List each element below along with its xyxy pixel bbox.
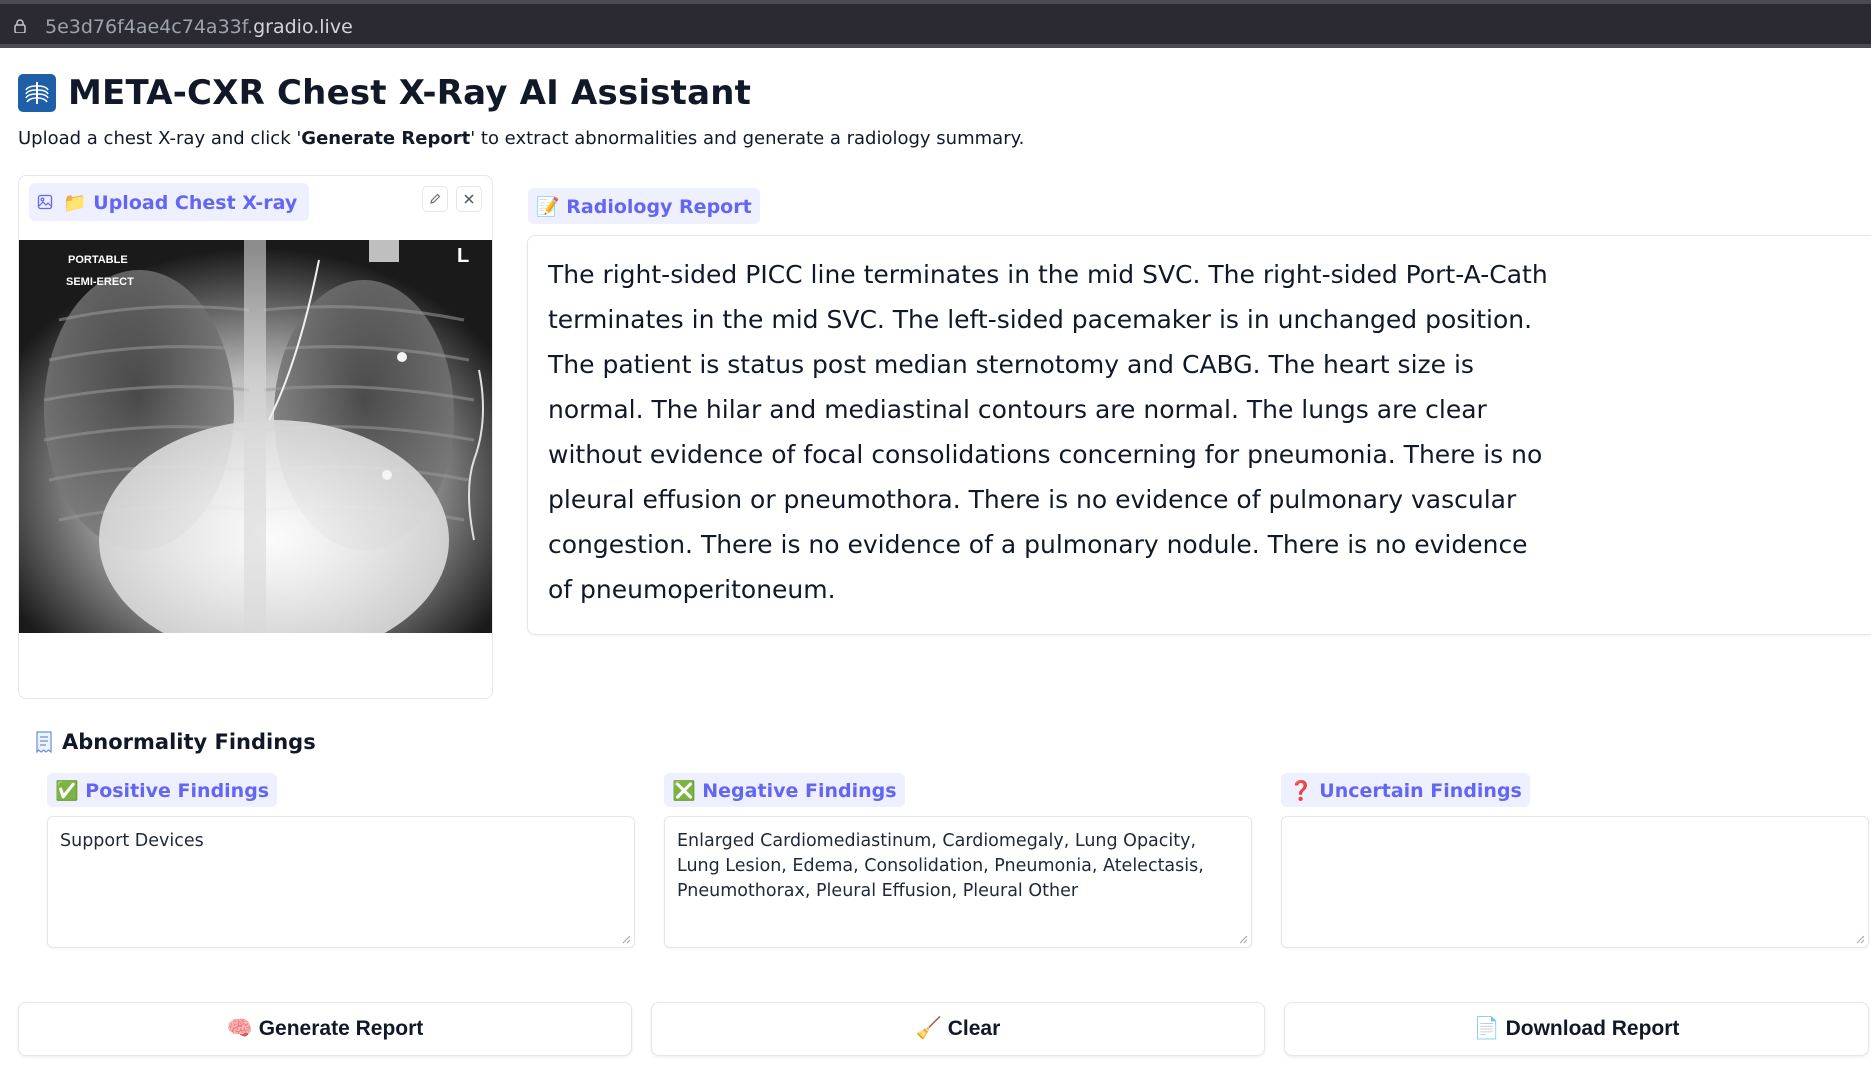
browser-url-bar[interactable]: 5e3d76f4ae4c74a33f.gradio.live: [0, 0, 1871, 48]
resize-handle-icon[interactable]: [1238, 934, 1248, 944]
page-header: META-CXR Chest X-Ray AI Assistant: [18, 73, 751, 113]
report-label-text: 📝 Radiology Report: [536, 195, 752, 218]
negative-findings-field[interactable]: Enlarged Cardiomediastinum, Cardiomegaly…: [664, 816, 1252, 948]
negative-findings-value: Enlarged Cardiomediastinum, Cardiomegaly…: [677, 831, 1204, 901]
report-output: The right-sided PICC line terminates in …: [527, 235, 1871, 635]
image-icon: [37, 194, 53, 210]
upload-tools: [422, 186, 482, 212]
image-marker-top: PORTABLE: [68, 254, 128, 266]
close-icon: [464, 194, 474, 204]
findings-heading: Abnormality Findings: [34, 730, 316, 754]
url-text[interactable]: 5e3d76f4ae4c74a33f.gradio.live: [45, 16, 353, 38]
remove-image-button[interactable]: [456, 186, 482, 212]
side-marker: L: [457, 245, 469, 267]
positive-findings-value: Support Devices: [60, 831, 204, 851]
pencil-icon: [430, 193, 441, 204]
uncertain-findings-column: ❓ Uncertain Findings: [1281, 773, 1869, 948]
resize-handle-icon[interactable]: [621, 934, 631, 944]
chest-xray-image: PORTABLE SEMI-ERECT L: [19, 240, 492, 633]
positive-findings-field[interactable]: Support Devices: [47, 816, 635, 948]
positive-findings-column: ✅ Positive Findings Support Devices: [47, 773, 635, 948]
image-upload-panel[interactable]: 📁 Upload Chest X-ray PORTABLE SEMI-ERECT…: [18, 175, 493, 699]
edit-image-button[interactable]: [422, 186, 448, 212]
download-report-button[interactable]: 📄 Download Report: [1284, 1002, 1869, 1056]
uncertain-findings-label: ❓ Uncertain Findings: [1281, 773, 1530, 807]
negative-findings-label: ❎ Negative Findings: [664, 773, 905, 807]
lock-icon: [14, 19, 26, 33]
generate-report-button[interactable]: 🧠 Generate Report: [18, 1002, 632, 1056]
negative-findings-column: ❎ Negative Findings Enlarged Cardiomedia…: [664, 773, 1252, 948]
findings-heading-text: Abnormality Findings: [62, 730, 316, 754]
receipt-icon: [36, 731, 52, 753]
upload-label: 📁 Upload Chest X-ray: [29, 183, 310, 221]
report-text: The right-sided PICC line terminates in …: [548, 260, 1548, 604]
upload-label-text: 📁 Upload Chest X-ray: [63, 191, 298, 214]
image-marker-bottom: SEMI-ERECT: [66, 276, 134, 288]
xray-icon: [18, 74, 56, 112]
page-subtitle: Upload a chest X-ray and click 'Generate…: [18, 128, 1025, 149]
positive-findings-label: ✅ Positive Findings: [47, 773, 278, 807]
page-title: META-CXR Chest X-Ray AI Assistant: [68, 73, 752, 113]
clear-button[interactable]: 🧹 Clear: [651, 1002, 1265, 1056]
resize-handle-icon[interactable]: [1855, 934, 1865, 944]
report-label: 📝 Radiology Report: [528, 188, 760, 224]
uncertain-findings-field[interactable]: [1281, 816, 1869, 948]
